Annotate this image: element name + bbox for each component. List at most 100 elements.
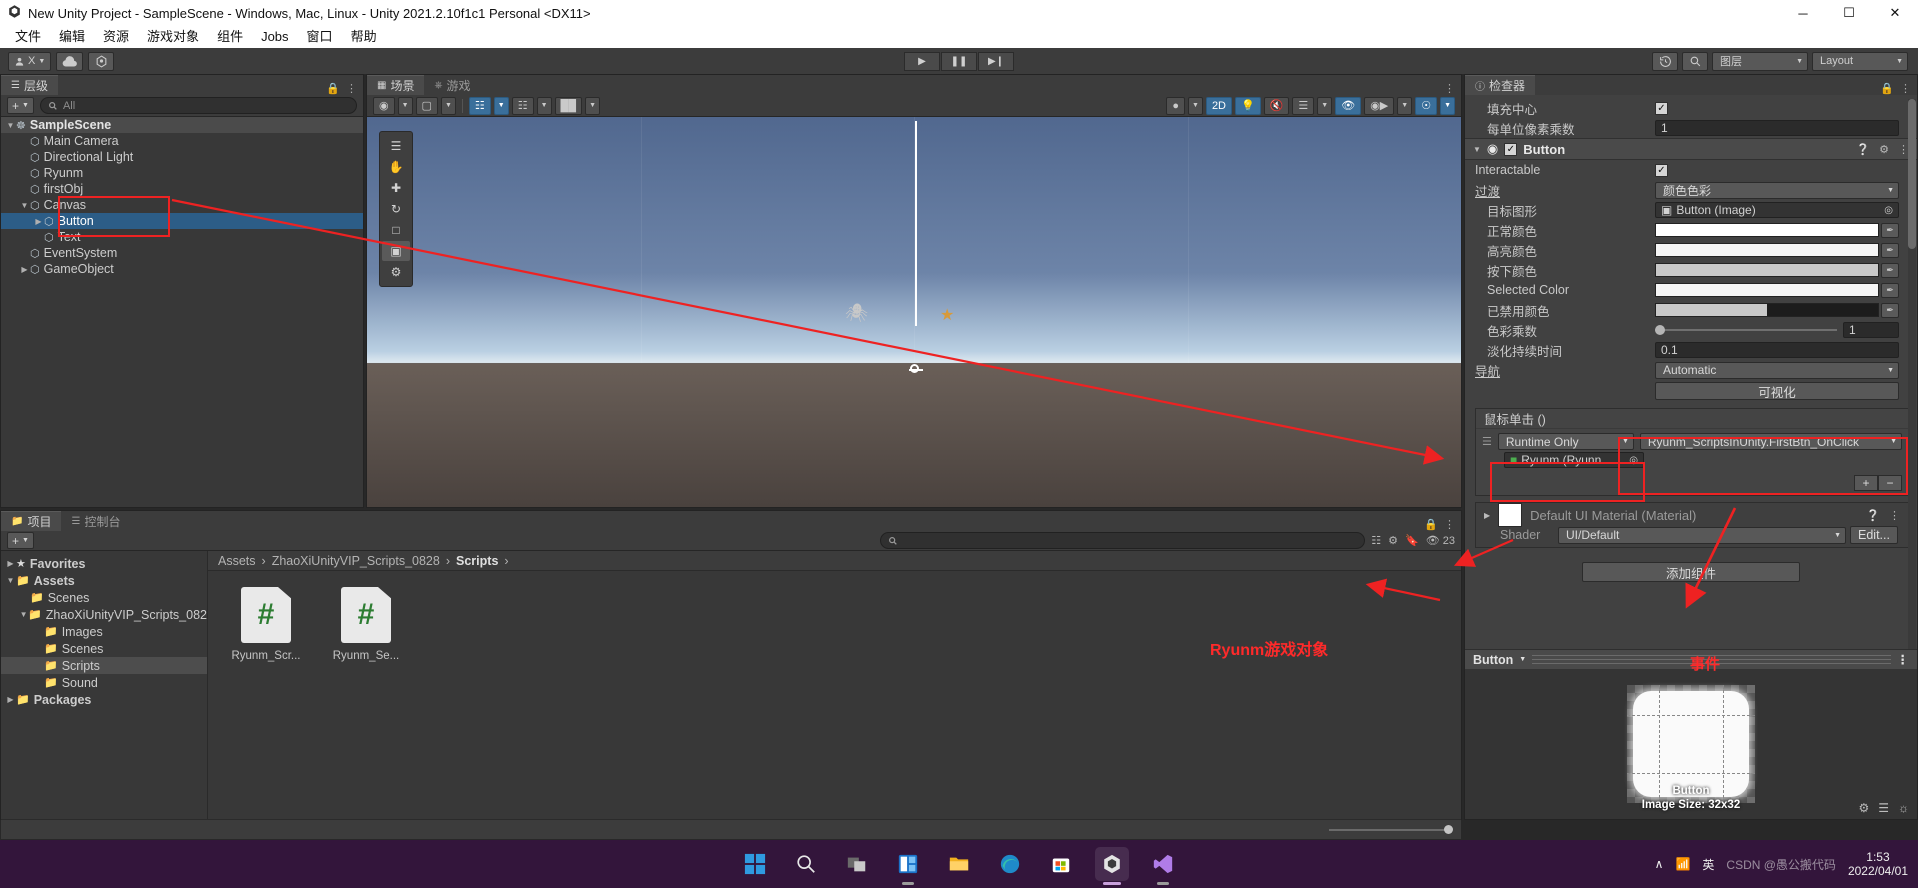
object-field[interactable]: ▣ Button (Image) ◎	[1655, 202, 1899, 218]
network-icon[interactable]: 📶	[1675, 857, 1690, 871]
eyedropper-icon[interactable]: ✒	[1881, 302, 1899, 318]
asset-item[interactable]: # Ryunm_Scr...	[228, 587, 304, 662]
property-value[interactable]: ✒	[1655, 242, 1899, 258]
property-row[interactable]: 目标图形 ▣ Button (Image) ◎	[1465, 200, 1917, 220]
asset-item[interactable]: # Ryunm_Se...	[328, 587, 404, 662]
chevron-down-icon[interactable]: ▼	[536, 96, 552, 115]
tab-game[interactable]: ⎈ 游戏	[424, 75, 481, 95]
property-row[interactable]: 按下颜色 ✒	[1465, 260, 1917, 280]
scene-view-options-button[interactable]: ●	[1166, 96, 1185, 115]
color-swatch[interactable]	[1655, 223, 1879, 237]
task-view-icon[interactable]	[840, 847, 874, 881]
tab-inspector[interactable]: ⓘ 检查器	[1465, 75, 1536, 95]
tab-console[interactable]: ☰ 控制台	[61, 511, 131, 531]
property-value[interactable]: 1	[1655, 322, 1899, 338]
hierarchy-item-directional-light[interactable]: ⬡ Directional Light	[1, 149, 363, 165]
store-icon[interactable]	[1044, 847, 1078, 881]
shader-dropdown[interactable]: UI/Default ▼	[1558, 526, 1846, 544]
custom-tool-button[interactable]: ⚙	[382, 262, 410, 282]
chevron-down-icon[interactable]: ▼	[585, 96, 601, 115]
inspector-options[interactable]: 🔒 ⋮	[1880, 82, 1917, 95]
hierarchy-item-gameobject[interactable]: ▶ ⬡ GameObject	[1, 261, 363, 277]
hierarchy-item-text[interactable]: ⬡ Text	[1, 229, 363, 245]
event-target-object-field[interactable]: ■ Ryunm (Ryunn ◎	[1504, 452, 1644, 468]
lock-icon[interactable]: 🔒	[326, 82, 340, 95]
chevron-down-icon[interactable]: ▼	[1440, 96, 1455, 115]
slider-value-field[interactable]: 1	[1843, 322, 1899, 338]
preview-settings-icon[interactable]: ⚙	[1858, 801, 1869, 815]
cloud-button[interactable]	[56, 51, 84, 71]
search-icon[interactable]	[1682, 51, 1708, 71]
event-mode-dropdown[interactable]: Runtime Only ▼	[1497, 433, 1634, 450]
preview-lighting-icon[interactable]: ☼	[1898, 801, 1909, 815]
project-tree-item-images[interactable]: 📁 Images	[1, 623, 207, 640]
property-value[interactable]: ▣ Button (Image) ◎	[1655, 202, 1899, 218]
add-component-button[interactable]: 添加组件	[1582, 562, 1800, 582]
windows-start-icon[interactable]	[738, 847, 772, 881]
inspector-content[interactable]: 填充中心 ✓ 每单位像素乘数 1 ▼ ◉ ✓ Button ❔ ⚙ ⋮ Inte…	[1465, 95, 1917, 819]
layers-dropdown[interactable]: 图层 ▼	[1712, 51, 1808, 71]
chevron-down-icon[interactable]: ▼	[1397, 96, 1413, 115]
project-search-input[interactable]	[879, 532, 1366, 549]
help-icon[interactable]: ❔	[1866, 509, 1880, 522]
property-row[interactable]: 填充中心 ✓	[1465, 98, 1917, 118]
maximize-button[interactable]: ☐	[1826, 0, 1872, 26]
kebab-icon[interactable]: ⋮	[1897, 652, 1910, 667]
breadcrumb-item-current[interactable]: Scripts	[456, 554, 498, 568]
history-icon[interactable]	[1652, 51, 1678, 71]
component-enabled-checkbox[interactable]: ✓	[1504, 142, 1518, 156]
color-swatch[interactable]	[1655, 243, 1879, 257]
snap-toggle-button[interactable]: ☷	[511, 96, 534, 115]
ime-indicator[interactable]: 英	[1702, 856, 1714, 873]
property-value[interactable]: ✒	[1655, 282, 1899, 298]
property-dropdown[interactable]: Automatic ▼	[1655, 361, 1899, 379]
chevron-down-icon[interactable]: ▼	[1317, 96, 1333, 115]
chevron-down-icon[interactable]: ▼	[1519, 656, 1526, 663]
project-tree-item-zhaoxiunityvip-scripts-082[interactable]: ▼ 📁 ZhaoXiUnityVIP_Scripts_082	[1, 606, 207, 623]
icon-size-slider[interactable]	[1329, 825, 1453, 834]
menu-item-help[interactable]: 帮助	[342, 26, 386, 48]
audio-toggle-button[interactable]: 🔇	[1263, 96, 1290, 115]
chevron-right-icon[interactable]: ▶	[1484, 511, 1490, 520]
menu-item-edit[interactable]: 编辑	[50, 26, 94, 48]
visibility-toggle-button[interactable]: 👁	[1335, 96, 1362, 115]
edge-icon[interactable]	[993, 847, 1027, 881]
property-row[interactable]: 导航 Automatic ▼	[1465, 360, 1917, 380]
visualize-button[interactable]: 可视化	[1655, 382, 1899, 400]
kebab-icon[interactable]: ⋮	[1900, 82, 1911, 95]
color-swatch[interactable]	[1655, 263, 1879, 277]
property-row[interactable]: 每单位像素乘数 1	[1465, 118, 1917, 138]
breadcrumb-item-folder[interactable]: ZhaoXiUnityVIP_Scripts_0828	[272, 554, 440, 568]
layout-dropdown[interactable]: Layout ▼	[1812, 51, 1908, 71]
inspector-property-list[interactable]: Interactable ✓ 过渡 颜色色彩 ▼ 目标图形 ▣ Button (Image) ◎…	[1465, 160, 1917, 380]
rect-tool-button[interactable]: □	[382, 220, 410, 240]
hierarchy-item-main-camera[interactable]: ⬡ Main Camera	[1, 133, 363, 149]
event-function-dropdown[interactable]: Ryunm_ScriptsInUnity.FirstBtn_OnClick ▼	[1639, 433, 1902, 450]
play-button[interactable]: ▶	[904, 51, 940, 71]
widgets-icon[interactable]	[891, 847, 925, 885]
tab-project[interactable]: 📁 项目	[1, 511, 62, 531]
hierarchy-item-canvas[interactable]: ▼ ⬡ Canvas	[1, 197, 363, 213]
camera-toggle-button[interactable]: ◉▶	[1364, 96, 1395, 115]
property-row[interactable]: 淡化持续时间 0.1	[1465, 340, 1917, 360]
property-value[interactable]: 颜色色彩 ▼	[1655, 181, 1899, 199]
hierarchy-item-firstobj[interactable]: ⬡ firstObj	[1, 181, 363, 197]
hierarchy-add-button[interactable]: + ▼	[7, 97, 34, 114]
chevron-down-icon[interactable]: ▼	[493, 96, 509, 115]
clock[interactable]: 1:53 2022/04/01	[1848, 850, 1908, 878]
chevron-down-icon[interactable]: ▼	[19, 610, 28, 619]
minimize-button[interactable]: ─	[1780, 0, 1826, 26]
chevron-down-icon[interactable]: ▼	[19, 201, 30, 210]
chevron-right-icon[interactable]: ▶	[33, 217, 44, 226]
hand-tool-button[interactable]: ☰	[382, 136, 410, 156]
property-row[interactable]: 色彩乘数 1	[1465, 320, 1917, 340]
hierarchy-tree[interactable]: ▼ ☸ SampleScene ⬡ Main Camera ⬡ Directional Li…	[1, 117, 363, 507]
chevron-right-icon[interactable]: ▶	[19, 265, 30, 274]
inspector-scrollbar[interactable]	[1908, 99, 1916, 659]
menu-item-jobs[interactable]: Jobs	[252, 26, 297, 48]
text-field[interactable]: 0.1	[1655, 342, 1899, 358]
property-value[interactable]: ✓	[1655, 163, 1899, 177]
property-value[interactable]: 0.1	[1655, 342, 1899, 358]
drag-handle-icon[interactable]: ☰	[1482, 433, 1492, 450]
property-row[interactable]: 过渡 颜色色彩 ▼	[1465, 180, 1917, 200]
